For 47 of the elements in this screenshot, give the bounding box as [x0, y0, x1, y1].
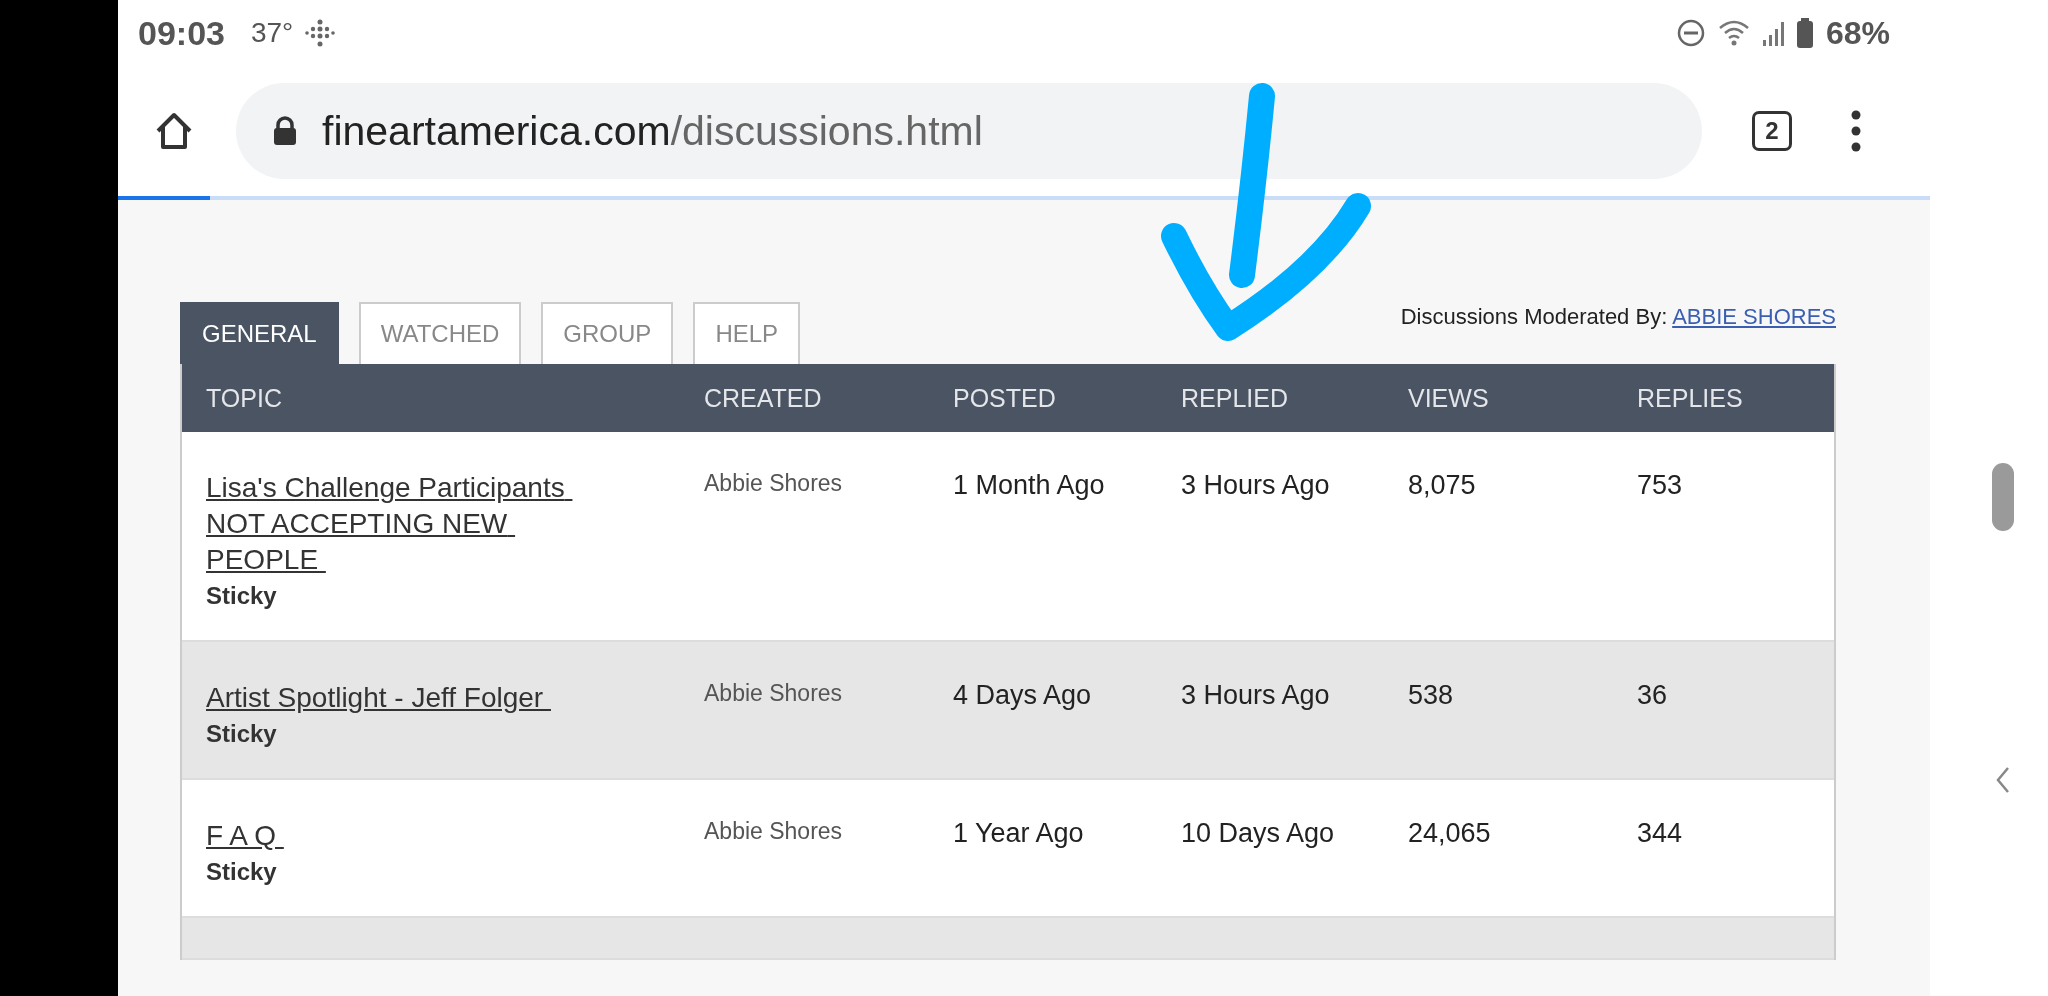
chevron-left-icon[interactable]: [1995, 766, 2011, 794]
battery-icon: [1795, 17, 1814, 49]
battery-percent: 68%: [1825, 14, 1890, 52]
column-header: POSTED: [953, 383, 1057, 413]
column-header: REPLIES: [1637, 383, 1744, 413]
column-header: TOPIC: [205, 383, 283, 413]
topic-link[interactable]: Artist Spotlight - Jeff Folger: [206, 680, 606, 716]
moderator-link[interactable]: ABBIE SHORES: [1672, 304, 1836, 329]
table-cell: 1 Year Ago: [953, 818, 1084, 849]
tab[interactable]: HELP: [693, 302, 801, 364]
address-bar[interactable]: fineartamerica.com/discussions.html: [236, 83, 1702, 179]
sticky-label: Sticky: [206, 582, 277, 610]
table-cell: 10 Days Ago: [1181, 818, 1335, 849]
table-cell: Abbie Shores: [704, 818, 843, 845]
table-cell: 3 Hours Ago: [1181, 470, 1330, 501]
scroll-handle[interactable]: [1992, 463, 2014, 531]
table-cell: 1 Month Ago: [953, 470, 1105, 501]
table-cell: 4 Days Ago: [953, 680, 1092, 711]
dots-icon: [305, 18, 336, 48]
topic-link[interactable]: F A Q: [206, 818, 606, 854]
table-cell: 24,065: [1408, 818, 1491, 849]
clock: 09:03: [138, 13, 225, 53]
topic-link[interactable]: Lisa's Challenge Participants NOT ACCEPTING NEW PEOPLE: [206, 470, 606, 578]
url-text: fineartamerica.com/discussions.html: [322, 107, 983, 155]
lock-icon: [272, 116, 298, 146]
tab[interactable]: GENERAL: [180, 302, 339, 364]
do-not-disturb-icon: [1675, 18, 1706, 48]
table-cell: Abbie Shores: [704, 470, 843, 497]
table-cell: 753: [1637, 470, 1683, 501]
sticky-label: Sticky: [206, 720, 277, 748]
table-cell: 3 Hours Ago: [1181, 680, 1330, 711]
table-cell: 344: [1637, 818, 1683, 849]
table-cell: 538: [1408, 680, 1454, 711]
tab-count-button[interactable]: 2: [1752, 111, 1792, 151]
table-cell: 8,075: [1408, 470, 1476, 501]
table-cell: 36: [1637, 680, 1668, 711]
tab[interactable]: WATCHED: [358, 302, 522, 364]
column-header: CREATED: [704, 383, 823, 413]
tab[interactable]: GROUP: [541, 302, 674, 364]
column-header: REPLIED: [1181, 383, 1289, 413]
wifi-icon: [1717, 18, 1750, 48]
temperature: 37°: [250, 17, 294, 49]
column-header: VIEWS: [1408, 383, 1490, 413]
moderator-text: Discussions Moderated By: ABBIE SHORES: [1400, 304, 1836, 330]
menu-icon[interactable]: [1850, 109, 1862, 153]
table-cell: Abbie Shores: [704, 680, 843, 707]
sticky-label: Sticky: [206, 858, 277, 886]
